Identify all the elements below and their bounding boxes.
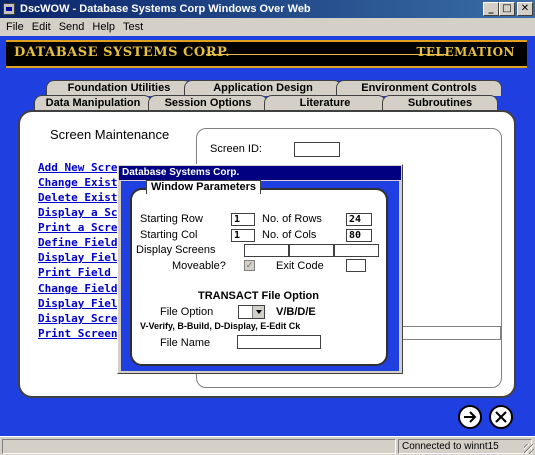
banner-logo: DATABASE SYSTEMS CORP. xyxy=(14,45,231,60)
banner-rule xyxy=(206,54,447,55)
file-option-select[interactable] xyxy=(238,305,265,319)
exit-code-input[interactable] xyxy=(346,259,366,272)
tab-data-manipulation[interactable]: Data Manipulation xyxy=(34,95,152,111)
display-screen-input-1[interactable] xyxy=(244,244,289,257)
tab-environment-controls[interactable]: Environment Controls xyxy=(336,80,502,96)
window-controls: _ □ ✕ xyxy=(483,2,533,16)
file-name-input[interactable] xyxy=(237,335,321,349)
display-screen-input-2[interactable] xyxy=(289,244,334,257)
starting-col-label: Starting Col xyxy=(140,229,198,241)
tab-literature[interactable]: Literature xyxy=(264,95,386,111)
file-option-label: File Option xyxy=(160,306,214,318)
menu-bar: File Edit Send Help Test xyxy=(0,18,535,36)
chevron-down-icon xyxy=(252,306,264,318)
link-print-screen-2[interactable]: Print Screen xyxy=(38,327,120,340)
moveable-checkbox[interactable]: ✓ xyxy=(244,260,255,271)
starting-col-input[interactable]: 1 xyxy=(231,229,255,242)
app-icon xyxy=(3,3,15,15)
next-button[interactable] xyxy=(458,405,482,429)
starting-row-label: Starting Row xyxy=(140,213,203,225)
transact-title: TRANSACT File Option xyxy=(198,290,319,302)
moveable-label: Moveable? xyxy=(172,260,226,272)
banner-brand: TELEMATION xyxy=(416,45,515,59)
tab-session-options[interactable]: Session Options xyxy=(148,95,268,111)
status-bar: Connected to winnt15 xyxy=(0,436,535,455)
dialog-title: Database Systems Corp. xyxy=(119,166,401,180)
display-screens-label: Display Screens xyxy=(136,244,216,256)
window-titlebar: DscWOW - Database Systems Corp Windows O… xyxy=(0,0,535,18)
file-option-codes: V/B/D/E xyxy=(276,306,316,318)
close-circle-icon xyxy=(495,411,507,423)
banner: DATABASE SYSTEMS CORP. TELEMATION xyxy=(6,40,527,68)
menu-help[interactable]: Help xyxy=(88,18,119,36)
maximize-button[interactable]: □ xyxy=(499,2,515,16)
menu-file[interactable]: File xyxy=(2,18,28,36)
connection-status: Connected to winnt15 xyxy=(398,439,532,454)
resize-grip-icon[interactable] xyxy=(524,444,534,454)
window-title: DscWOW - Database Systems Corp Windows O… xyxy=(20,3,311,15)
menu-test[interactable]: Test xyxy=(119,18,147,36)
link-change-field[interactable]: Change Field xyxy=(38,282,120,295)
link-print-screen[interactable]: Print a Screen xyxy=(38,221,120,234)
status-left-pane xyxy=(2,439,396,454)
menu-send[interactable]: Send xyxy=(55,18,89,36)
screen-id-input[interactable] xyxy=(294,142,340,157)
exit-code-label: Exit Code xyxy=(276,260,324,272)
file-name-label: File Name xyxy=(160,337,211,349)
menu-edit[interactable]: Edit xyxy=(28,18,55,36)
screen-id-label: Screen ID: xyxy=(210,143,262,155)
minimize-button[interactable]: _ xyxy=(483,2,499,16)
link-display-screen-2[interactable]: Display Screen xyxy=(38,312,120,325)
page-title: Screen Maintenance xyxy=(50,127,170,142)
tab-application-design[interactable]: Application Design xyxy=(184,80,342,96)
link-delete-existing[interactable]: Delete Existing xyxy=(38,191,120,204)
link-change-existing[interactable]: Change Existing xyxy=(38,176,120,189)
close-button[interactable]: ✕ xyxy=(517,2,533,16)
group-label: Window Parameters xyxy=(146,180,262,194)
close-circle-button[interactable] xyxy=(489,405,513,429)
file-option-help: V-Verify, B-Build, D-Display, E-Edit Ck xyxy=(140,321,301,331)
no-rows-label: No. of Rows xyxy=(262,213,322,225)
no-cols-label: No. of Cols xyxy=(262,229,317,241)
no-cols-input[interactable]: 80 xyxy=(346,229,372,242)
link-print-field[interactable]: Print Field Def xyxy=(38,266,120,279)
link-define-field[interactable]: Define Field xyxy=(38,236,120,249)
no-rows-input[interactable]: 24 xyxy=(346,213,372,226)
next-arrow-icon xyxy=(464,411,477,423)
starting-row-input[interactable]: 1 xyxy=(231,213,255,226)
link-display-field-2[interactable]: Display Field xyxy=(38,297,120,310)
link-add-new-screen[interactable]: Add New Screen xyxy=(38,161,120,174)
tab-foundation-utilities[interactable]: Foundation Utilities xyxy=(46,80,192,96)
tab-subroutines[interactable]: Subroutines xyxy=(382,95,498,111)
link-display-field[interactable]: Display Field xyxy=(38,251,120,264)
background-field[interactable] xyxy=(398,326,501,340)
display-screen-input-3[interactable] xyxy=(334,244,379,257)
link-display-screen[interactable]: Display a Screen xyxy=(38,206,120,219)
